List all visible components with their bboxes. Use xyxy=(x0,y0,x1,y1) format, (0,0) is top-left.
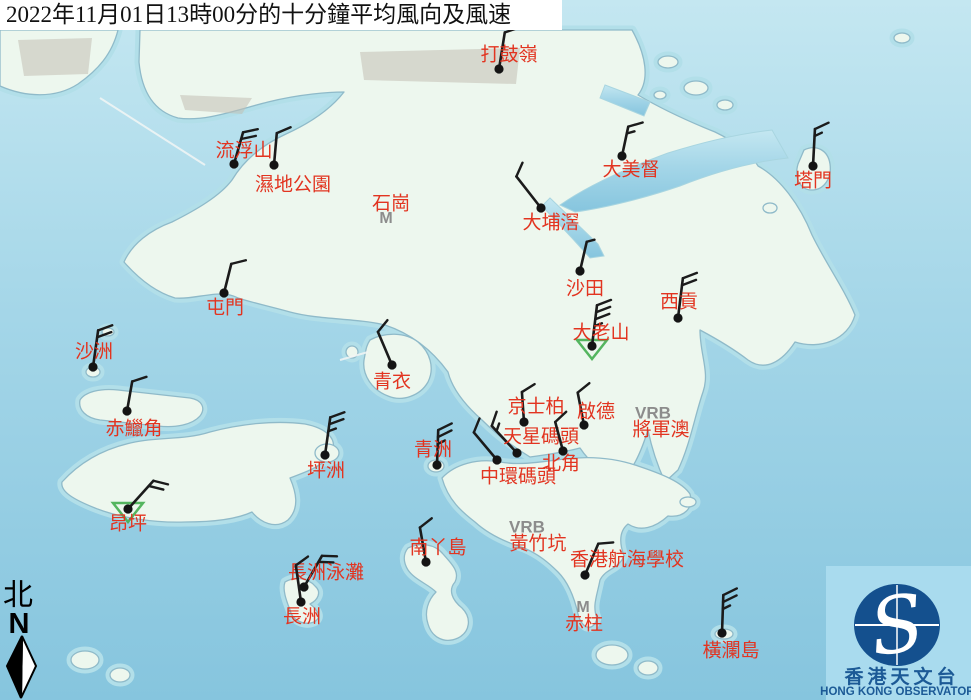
station-dot xyxy=(421,557,430,566)
station-label: 青洲 xyxy=(414,439,452,461)
station-label: 沙洲 xyxy=(75,341,113,363)
station-label: 長洲泳灘 xyxy=(288,562,364,584)
hong-kong-map: 打鼓嶺流浮山濕地公園M石崗大美督塔門大埔滘沙田西貢大老山屯門沙洲青衣赤鱲角坪洲青… xyxy=(0,0,971,700)
station-dot xyxy=(512,448,521,457)
station-label: 天星碼頭 xyxy=(503,426,579,448)
station-label: 打鼓嶺 xyxy=(480,44,537,66)
station-dot xyxy=(320,450,329,459)
station-dot xyxy=(269,160,278,169)
station-dot xyxy=(88,362,97,371)
station-label: 黃竹坑 xyxy=(509,533,566,555)
station-dot xyxy=(299,582,308,591)
logo-name-english: HONG KONG OBSERVATORY xyxy=(820,686,971,698)
station-label: 赤鱲角 xyxy=(105,418,162,440)
station-dot xyxy=(432,460,441,469)
station-label: 啟德 xyxy=(577,401,615,423)
station-label: 屯門 xyxy=(206,297,244,319)
station-label: 昂坪 xyxy=(109,513,147,535)
station-dot xyxy=(494,64,503,73)
station-label: 大美督 xyxy=(602,159,659,181)
station-dot xyxy=(387,360,396,369)
station-label: 大埔滘 xyxy=(522,212,579,234)
station-dot xyxy=(122,406,131,415)
station-label: 將軍澳 xyxy=(632,419,689,441)
station-label: 京士柏 xyxy=(507,396,564,418)
station-dot xyxy=(673,313,682,322)
station-dot xyxy=(717,628,726,637)
hko-logo: S 香港天文台 HONG KONG OBSERVATORY xyxy=(820,566,971,700)
station-label: 西貢 xyxy=(660,291,698,313)
map-title: 2022年11月01日13時00分的十分鐘平均風向及風速 xyxy=(0,0,562,30)
logo-name-chinese: 香港天文台 xyxy=(843,665,959,688)
station-label: 青衣 xyxy=(373,371,411,393)
station-label: 大老山 xyxy=(572,322,629,344)
wind-barb-feather xyxy=(598,542,613,543)
station-label: 石崗 xyxy=(372,193,410,215)
station-label: 濕地公園 xyxy=(255,174,331,196)
station-label: 坪洲 xyxy=(307,460,345,482)
station-label: 長洲 xyxy=(283,606,321,628)
station-label: 流浮山 xyxy=(215,140,272,162)
wind-map-page: 打鼓嶺流浮山濕地公園M石崗大美督塔門大埔滘沙田西貢大老山屯門沙洲青衣赤鱲角坪洲青… xyxy=(0,0,971,700)
station-label: 南丫島 xyxy=(409,537,466,559)
station-label: 沙田 xyxy=(566,278,604,300)
wind-barb-feather xyxy=(322,556,337,557)
station-dot xyxy=(492,455,501,464)
station-dot xyxy=(580,570,589,579)
station-label: 塔門 xyxy=(794,170,832,192)
station-label: 香港航海學校 xyxy=(570,549,684,571)
station-dot xyxy=(575,266,584,275)
station-label: 橫瀾島 xyxy=(702,640,759,662)
station-label: 赤柱 xyxy=(565,613,603,635)
north-letter: N xyxy=(9,608,30,640)
station-label: 北角 xyxy=(542,453,580,475)
